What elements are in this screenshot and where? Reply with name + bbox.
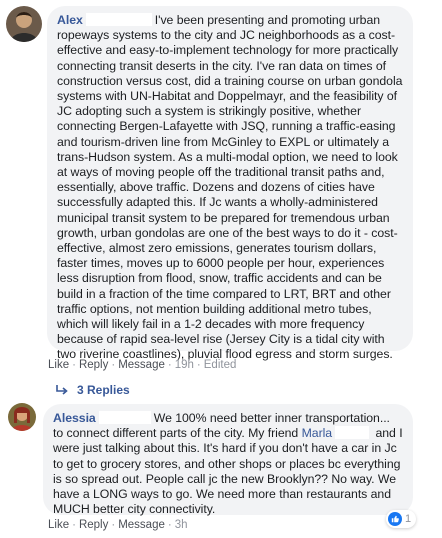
comment-body: I've been presenting and promoting urban… xyxy=(57,13,403,362)
comment-actions: Like · Reply · Message · 19h · Edited xyxy=(48,359,237,371)
redacted-name xyxy=(85,13,152,26)
message-link[interactable]: Message xyxy=(118,519,165,531)
comment-actions: Like · Reply · Message · 3h xyxy=(48,519,188,531)
reply-arrow-icon xyxy=(56,385,68,395)
reply-link[interactable]: Reply xyxy=(79,359,108,371)
timestamp[interactable]: 3h xyxy=(175,519,188,531)
comment-author[interactable]: Alex xyxy=(57,13,83,27)
comment-author[interactable]: Alessia xyxy=(53,411,96,425)
view-replies-link[interactable]: 3 Replies xyxy=(55,383,130,397)
reaction-count: 1 xyxy=(405,513,412,525)
redacted-name xyxy=(335,426,370,440)
like-link[interactable]: Like xyxy=(48,359,69,371)
redacted-name xyxy=(98,411,151,424)
edited-label: Edited xyxy=(203,359,237,371)
comment-text: Alessia We 100% need better inner transpo… xyxy=(53,411,403,517)
comment-bubble: Alessia We 100% need better inner transpo… xyxy=(43,404,413,517)
like-link[interactable]: Like xyxy=(48,519,69,531)
timestamp[interactable]: 19h xyxy=(175,359,194,371)
comment-text: Alex I've been presenting and promoting u… xyxy=(57,13,403,363)
mention-link[interactable]: Marla xyxy=(302,426,333,440)
message-link[interactable]: Message xyxy=(118,359,165,371)
reply-link[interactable]: Reply xyxy=(79,519,108,531)
avatar[interactable] xyxy=(8,403,36,431)
replies-count: 3 Replies xyxy=(77,383,130,397)
reaction-summary[interactable]: 1 xyxy=(386,510,417,528)
thumbs-up-icon xyxy=(388,512,402,526)
comment-bubble: Alex I've been presenting and promoting u… xyxy=(47,6,413,361)
avatar[interactable] xyxy=(6,6,42,42)
